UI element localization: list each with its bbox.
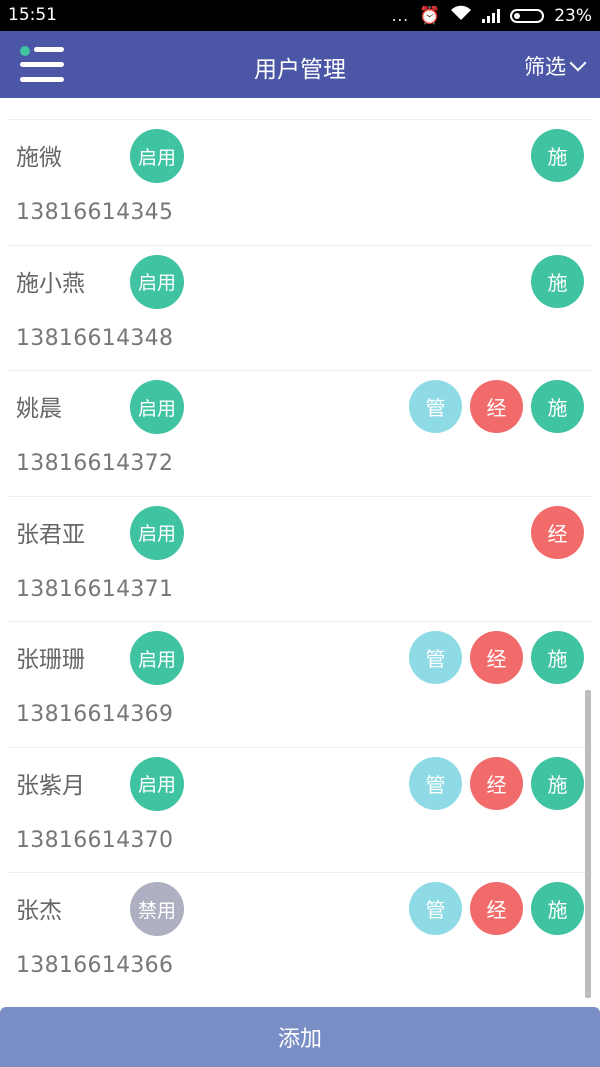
status-icons: ... ⏰ 23% bbox=[392, 5, 592, 26]
status-badge[interactable]: 启用 bbox=[130, 631, 184, 685]
list-item[interactable]: 张珊珊 启用 管经施 13816614369 bbox=[8, 621, 592, 747]
app-header: 用户管理 筛选 bbox=[0, 31, 600, 98]
user-name: 张珊珊 bbox=[16, 647, 85, 673]
role-badge: 经 bbox=[470, 756, 523, 810]
status-badge[interactable]: 启用 bbox=[130, 380, 184, 434]
page-title: 用户管理 bbox=[254, 57, 346, 83]
role-badge: 施 bbox=[531, 129, 584, 182]
user-name: 施小燕 bbox=[16, 270, 85, 297]
user-phone: 13816614366 bbox=[16, 953, 174, 978]
user-phone: 13816614370 bbox=[16, 827, 174, 853]
list-item[interactable]: 姚晨 启用 管经施 13816614372 bbox=[8, 370, 592, 496]
role-badge: 施 bbox=[531, 254, 584, 308]
user-phone: 13816614372 bbox=[16, 451, 174, 476]
role-badge: 施 bbox=[531, 882, 584, 935]
add-user-button[interactable]: 添加 bbox=[0, 1007, 600, 1067]
user-phone: 13816614348 bbox=[16, 325, 174, 351]
status-bar: 15:51 ... ⏰ 23% bbox=[0, 0, 600, 31]
list-item[interactable]: 张君亚 启用 经 13816614371 bbox=[8, 495, 592, 622]
role-badges: 施 bbox=[531, 129, 584, 182]
user-name: 张紫月 bbox=[16, 772, 85, 799]
status-badge[interactable]: 启用 bbox=[130, 129, 184, 183]
role-badge: 施 bbox=[531, 380, 584, 433]
role-badges: 经 bbox=[531, 505, 584, 559]
status-badge[interactable]: 启用 bbox=[130, 254, 184, 309]
scrollbar[interactable] bbox=[585, 690, 591, 998]
list-item[interactable]: 张杰 禁用 管经施 13816614366 bbox=[8, 872, 592, 998]
user-name: 张君亚 bbox=[16, 521, 85, 548]
user-name: 施微 bbox=[16, 145, 62, 171]
role-badge: 经 bbox=[470, 631, 523, 684]
role-badge: 管 bbox=[409, 631, 462, 684]
status-badge[interactable]: 启用 bbox=[130, 756, 184, 811]
user-name: 姚晨 bbox=[16, 396, 62, 422]
filter-button[interactable]: 筛选 bbox=[524, 51, 587, 81]
wifi-icon bbox=[450, 5, 472, 26]
role-badge: 施 bbox=[531, 631, 584, 684]
role-badges: 施 bbox=[531, 254, 584, 308]
battery-percent: 23% bbox=[554, 5, 592, 26]
role-badges: 管经施 bbox=[409, 882, 584, 935]
role-badge: 管 bbox=[409, 380, 462, 433]
role-badge: 经 bbox=[470, 882, 523, 935]
list-item[interactable]: 施小燕 启用 施 13816614348 bbox=[8, 244, 592, 371]
alarm-icon: ⏰ bbox=[419, 5, 441, 26]
role-badges: 管经施 bbox=[409, 631, 584, 684]
status-badge[interactable]: 禁用 bbox=[130, 882, 184, 936]
user-name: 张杰 bbox=[16, 898, 62, 924]
user-phone: 13816614345 bbox=[16, 200, 174, 225]
status-time: 15:51 bbox=[8, 5, 57, 25]
role-badges: 管经施 bbox=[409, 756, 584, 810]
battery-icon bbox=[510, 8, 545, 23]
signal-icon bbox=[482, 8, 501, 23]
filter-label: 筛选 bbox=[524, 55, 566, 79]
add-button-label: 添加 bbox=[277, 1027, 322, 1052]
chevron-down-icon bbox=[569, 54, 587, 72]
role-badge: 管 bbox=[409, 756, 462, 810]
more-dots: ... bbox=[391, 6, 410, 25]
user-phone: 13816614369 bbox=[16, 702, 174, 727]
list-item[interactable]: 张紫月 启用 管经施 13816614370 bbox=[8, 746, 592, 873]
role-badge: 经 bbox=[470, 380, 523, 433]
role-badge: 经 bbox=[531, 505, 584, 559]
user-phone: 13816614371 bbox=[16, 576, 174, 602]
user-list: 施微 启用施 13816614345 施小燕 启用施 13816614348 姚晨 启用管经施… bbox=[0, 98, 600, 1008]
status-badge[interactable]: 启用 bbox=[130, 505, 184, 560]
role-badge: 管 bbox=[409, 882, 462, 935]
list-item[interactable]: 施微 启用 施 13816614345 bbox=[8, 119, 592, 245]
role-badges: 管经施 bbox=[409, 380, 584, 433]
role-badge: 施 bbox=[531, 756, 584, 810]
